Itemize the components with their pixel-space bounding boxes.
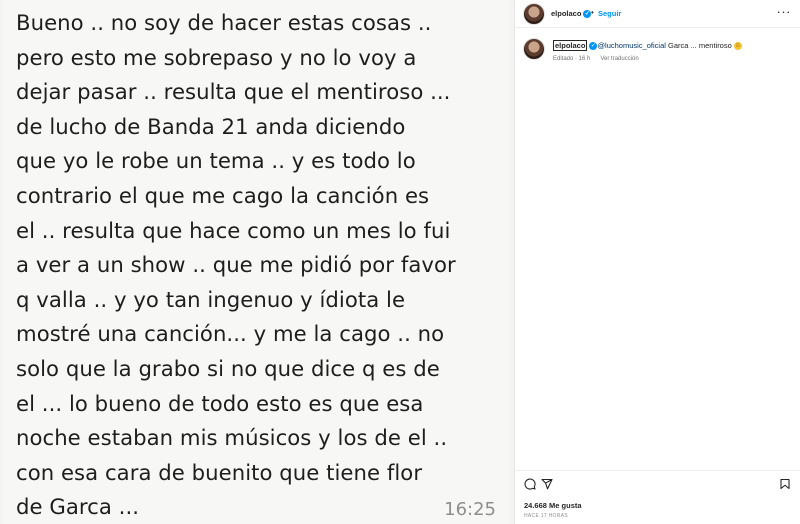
grinning-face-emoji: ☺: [733, 42, 742, 51]
message-line: solo que la grabo si no que dice q es de: [16, 355, 440, 381]
message-line: el .. resulta que hace como un mes lo fu…: [16, 217, 451, 243]
post-time-ago: HACE 17 HORAS: [524, 513, 568, 519]
message-line: de Garca ...: [16, 494, 140, 520]
message-timestamp: 16:25: [444, 499, 496, 520]
caption-mention-link[interactable]: @luchomusic_oficial: [597, 41, 665, 50]
author-username-text[interactable]: elpolaco: [551, 9, 581, 18]
chat-screenshot: Bueno .. no soy de hacer estas cosas .. …: [0, 0, 514, 524]
action-bar: [515, 470, 800, 494]
message-line: contrario el que me cago la canción es: [16, 182, 430, 208]
message-text: Bueno .. no soy de hacer estas cosas .. …: [16, 6, 504, 524]
message-line: con esa cara de buenito que tiene flor: [16, 459, 423, 485]
message-line: pero esto me sobrepaso y no lo voy a: [16, 44, 417, 70]
caption-username[interactable]: elpolaco: [553, 40, 588, 51]
message-line: el ... lo bueno de todo esto es que esa: [16, 390, 424, 416]
comment-icon[interactable]: [524, 478, 536, 490]
message-line: q valla .. y yo tan ingenuo y ídiota le: [16, 286, 406, 312]
separator-dot: •: [591, 8, 594, 17]
post-sidebar: elpolaco ✓ • Seguir ··· elpolaco ✓@luchomu…: [514, 0, 800, 524]
message-bubble: Bueno .. no soy de hacer estas cosas .. …: [2, 0, 510, 524]
post-header: elpolaco ✓ • Seguir ···: [515, 0, 800, 28]
likes-count[interactable]: 24.668 Me gusta: [524, 501, 582, 510]
message-line: de lucho de Banda 21 anda diciendo: [16, 113, 406, 139]
message-line: dejar pasar .. resulta que el mentiroso …: [16, 79, 451, 105]
message-line: noche estaban mis músicos y los de el ..: [16, 425, 448, 451]
edited-label: Editado · 16 h: [553, 56, 591, 62]
message-line: Bueno .. no soy de hacer estas cosas ..: [16, 10, 432, 35]
message-line: que yo le robe un tema .. y es todo lo: [16, 148, 416, 174]
author-username[interactable]: elpolaco ✓: [551, 9, 592, 19]
follow-button[interactable]: Seguir: [598, 9, 621, 18]
caption-meta: Editado · 16 h Ver traducción: [553, 56, 643, 62]
caption: elpolaco ✓@luchomusic_oficial Garca ... m…: [515, 36, 800, 76]
avatar[interactable]: [523, 3, 545, 25]
bookmark-icon[interactable]: [779, 478, 791, 490]
message-line: mostré una canción... y me la cago .. no: [16, 321, 445, 347]
see-translation-link[interactable]: Ver traducción: [600, 56, 638, 62]
more-options-button[interactable]: ···: [777, 4, 792, 19]
message-line: a ver a un show .. que me pidió por favo…: [16, 252, 456, 278]
share-icon[interactable]: [541, 478, 553, 490]
caption-text: elpolaco ✓@luchomusic_oficial Garca ... m…: [553, 40, 742, 51]
avatar[interactable]: [523, 38, 545, 60]
caption-body: Garca ... mentiroso: [665, 41, 734, 50]
